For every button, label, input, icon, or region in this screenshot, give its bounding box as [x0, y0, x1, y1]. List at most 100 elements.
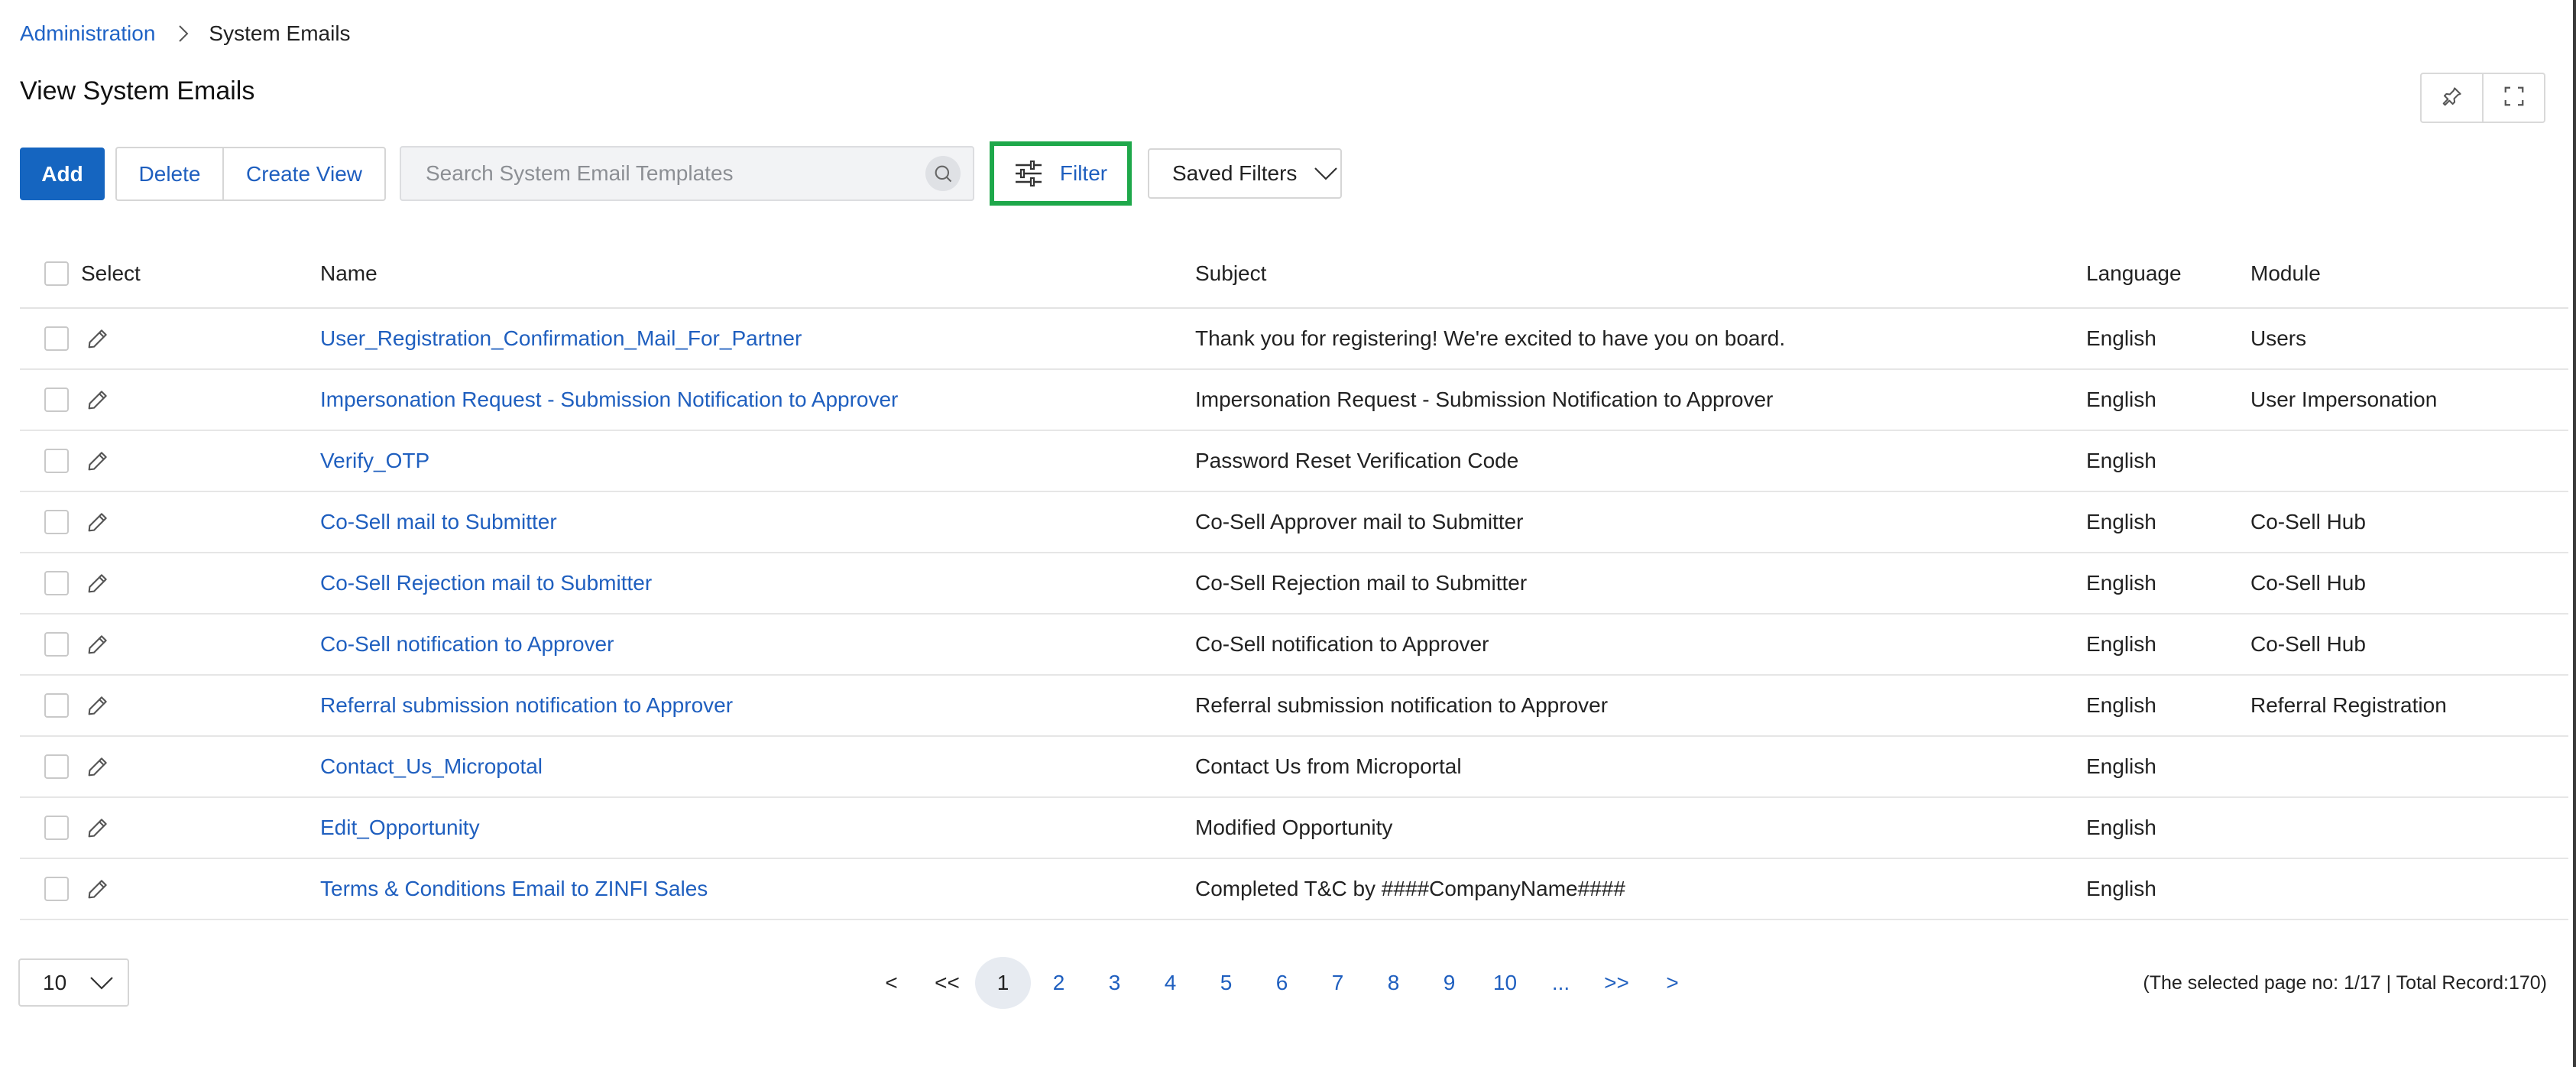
- header-checkbox-cell: [44, 240, 69, 307]
- page-button[interactable]: 3: [1087, 957, 1142, 1009]
- row-checkbox[interactable]: [44, 510, 69, 534]
- row-language: English: [2086, 571, 2156, 595]
- row-language: English: [2086, 510, 2156, 534]
- row-checkbox-cell: [44, 492, 69, 552]
- page-button-active[interactable]: 1: [975, 957, 1031, 1009]
- row-checkbox-cell: [44, 553, 69, 613]
- saved-filters-dropdown[interactable]: Saved Filters: [1148, 148, 1342, 199]
- chevron-right-icon: [178, 24, 189, 43]
- table-row: Contact_Us_Micropotal Contact Us from Mic…: [20, 737, 2568, 798]
- pencil-icon[interactable]: [85, 692, 111, 718]
- table-header: Select Name Subject Language Module: [20, 240, 2568, 309]
- row-checkbox-cell: [44, 798, 69, 858]
- breadcrumb-administration-link[interactable]: Administration: [20, 21, 155, 46]
- saved-filters-label: Saved Filters: [1172, 161, 1298, 185]
- search-icon[interactable]: [925, 156, 961, 191]
- row-checkbox[interactable]: [44, 326, 69, 351]
- search-input[interactable]: [424, 161, 925, 186]
- add-button[interactable]: Add: [20, 148, 105, 200]
- pencil-icon[interactable]: [85, 570, 111, 596]
- pencil-icon[interactable]: [85, 387, 111, 413]
- column-header-select: Select: [81, 261, 141, 285]
- pin-icon: [2441, 85, 2464, 112]
- row-edit-cell: [85, 737, 111, 796]
- page-button[interactable]: 4: [1142, 957, 1198, 1009]
- chevron-down-icon: [89, 975, 114, 991]
- page-button[interactable]: 9: [1421, 957, 1477, 1009]
- row-checkbox[interactable]: [44, 877, 69, 901]
- row-language: English: [2086, 693, 2156, 717]
- pencil-icon[interactable]: [85, 876, 111, 902]
- row-name-link[interactable]: Impersonation Request - Submission Notif…: [320, 388, 898, 412]
- table-row: User_Registration_Confirmation_Mail_For_…: [20, 309, 2568, 370]
- row-checkbox-cell: [44, 431, 69, 491]
- page-button[interactable]: 6: [1254, 957, 1310, 1009]
- fullscreen-button[interactable]: [2482, 74, 2544, 122]
- delete-button[interactable]: Delete: [117, 148, 222, 199]
- row-module: Referral Registration: [2250, 693, 2447, 717]
- column-header-subject[interactable]: Subject: [1195, 240, 1266, 307]
- row-name-link[interactable]: Co-Sell mail to Submitter: [320, 510, 557, 534]
- row-module: Co-Sell Hub: [2250, 510, 2366, 534]
- row-language: English: [2086, 388, 2156, 411]
- row-edit-cell: [85, 676, 111, 735]
- row-language: English: [2086, 449, 2156, 472]
- pencil-icon[interactable]: [85, 754, 111, 780]
- row-name-link[interactable]: Referral submission notification to Appr…: [320, 693, 733, 718]
- row-language: English: [2086, 816, 2156, 839]
- pencil-icon[interactable]: [85, 326, 111, 352]
- row-checkbox[interactable]: [44, 571, 69, 595]
- filter-button[interactable]: Filter: [990, 141, 1132, 206]
- first-page-button[interactable]: <<: [919, 957, 975, 1009]
- row-checkbox[interactable]: [44, 449, 69, 473]
- row-checkbox[interactable]: [44, 816, 69, 840]
- row-subject: Thank you for registering! We're excited…: [1195, 326, 1786, 350]
- page-button[interactable]: 2: [1031, 957, 1087, 1009]
- pencil-icon[interactable]: [85, 509, 111, 535]
- row-name-link[interactable]: Contact_Us_Micropotal: [320, 754, 543, 779]
- row-name-link[interactable]: Terms & Conditions Email to ZINFI Sales: [320, 877, 708, 901]
- select-all-checkbox[interactable]: [44, 261, 69, 286]
- row-name-link[interactable]: Co-Sell Rejection mail to Submitter: [320, 571, 652, 595]
- breadcrumb-current: System Emails: [209, 21, 351, 45]
- more-pages-button[interactable]: ...: [1533, 957, 1589, 1009]
- row-checkbox[interactable]: [44, 388, 69, 412]
- row-checkbox-cell: [44, 615, 69, 674]
- row-edit-cell: [85, 370, 111, 430]
- pin-button[interactable]: [2422, 74, 2482, 122]
- row-subject: Password Reset Verification Code: [1195, 449, 1519, 472]
- row-module: Co-Sell Hub: [2250, 571, 2366, 595]
- page-button[interactable]: 5: [1198, 957, 1254, 1009]
- page-size-dropdown[interactable]: 10: [18, 958, 129, 1007]
- row-name-link[interactable]: Co-Sell notification to Approver: [320, 632, 614, 657]
- table-row: Impersonation Request - Submission Notif…: [20, 370, 2568, 431]
- page-button[interactable]: 10: [1477, 957, 1533, 1009]
- table-body: User_Registration_Confirmation_Mail_For_…: [20, 309, 2568, 920]
- row-name-link[interactable]: Verify_OTP: [320, 449, 429, 473]
- row-subject: Contact Us from Microportal: [1195, 754, 1462, 778]
- column-header-name[interactable]: Name: [320, 240, 377, 307]
- create-view-button[interactable]: Create View: [222, 148, 384, 199]
- row-name-link[interactable]: User_Registration_Confirmation_Mail_For_…: [320, 326, 802, 351]
- pencil-icon[interactable]: [85, 448, 111, 474]
- table-row: Co-Sell mail to Submitter Co-Sell Approve…: [20, 492, 2568, 553]
- row-module: Users: [2250, 326, 2307, 350]
- page-title: View System Emails: [20, 76, 255, 105]
- page-button[interactable]: 8: [1366, 957, 1421, 1009]
- row-checkbox[interactable]: [44, 754, 69, 779]
- row-name-link[interactable]: Edit_Opportunity: [320, 816, 480, 840]
- page-button[interactable]: 7: [1310, 957, 1366, 1009]
- pencil-icon[interactable]: [85, 631, 111, 657]
- column-header-language[interactable]: Language: [2086, 240, 2182, 307]
- table-row: Terms & Conditions Email to ZINFI Sales C…: [20, 859, 2568, 920]
- last-page-button[interactable]: >>: [1589, 957, 1644, 1009]
- column-header-module[interactable]: Module: [2250, 240, 2321, 307]
- row-checkbox[interactable]: [44, 632, 69, 657]
- row-module: Co-Sell Hub: [2250, 632, 2366, 656]
- prev-page-button[interactable]: <: [864, 957, 919, 1009]
- breadcrumb: Administration System Emails: [20, 20, 351, 47]
- row-checkbox[interactable]: [44, 693, 69, 718]
- row-subject: Completed T&C by ####CompanyName####: [1195, 877, 1625, 900]
- next-page-button[interactable]: >: [1644, 957, 1700, 1009]
- pencil-icon[interactable]: [85, 815, 111, 841]
